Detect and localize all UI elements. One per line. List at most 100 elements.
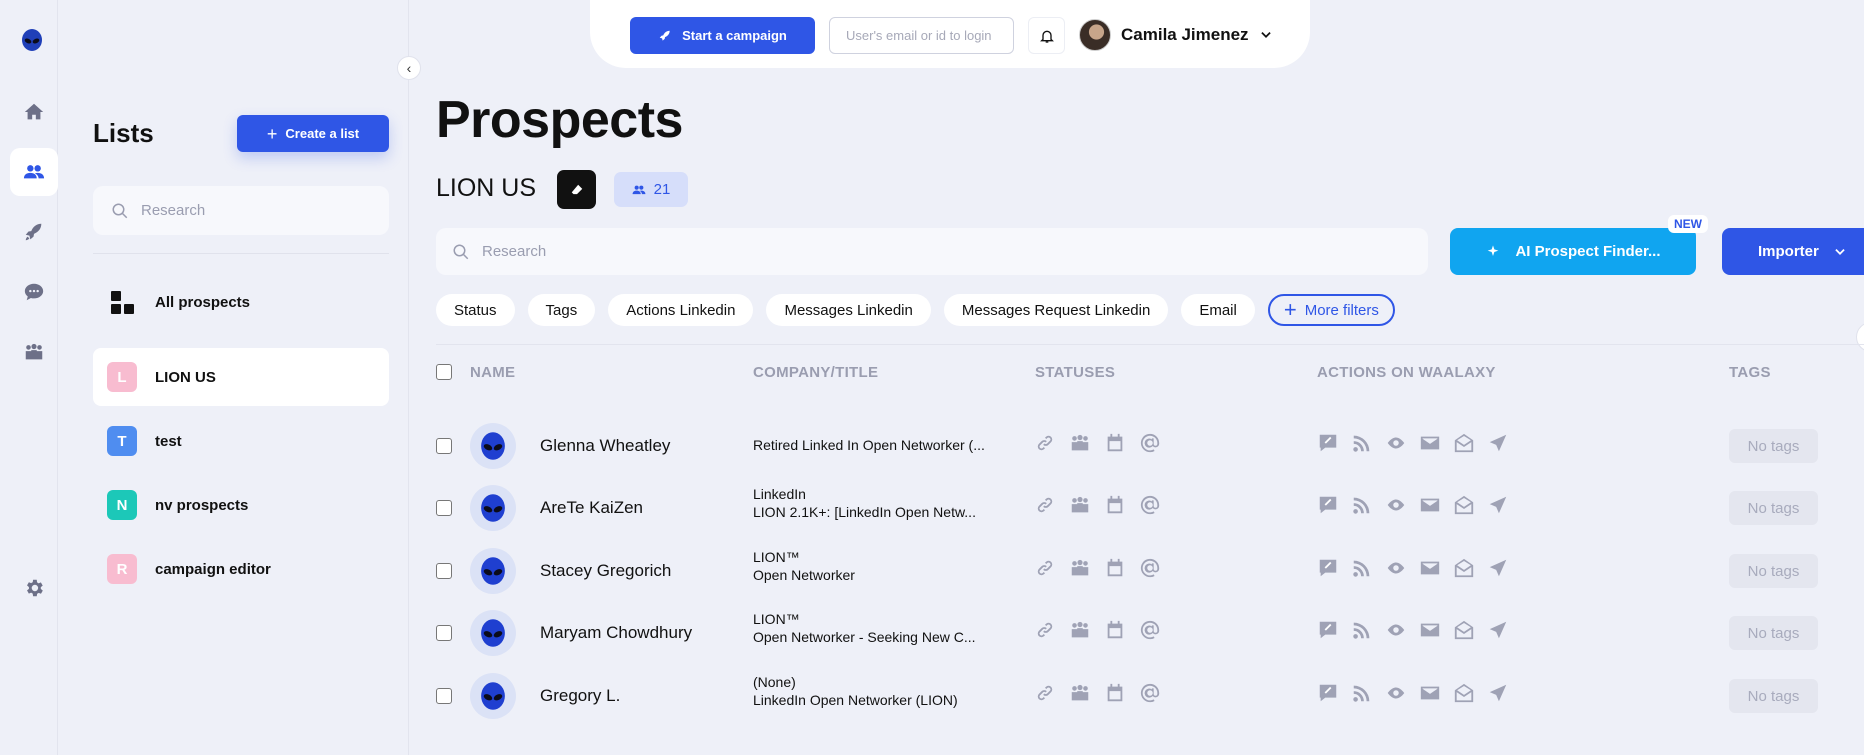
list-item-lion-us[interactable]: L LION US [93, 348, 389, 406]
no-tags-badge[interactable]: No tags [1729, 429, 1818, 463]
open-envelope-icon[interactable] [1453, 619, 1475, 641]
open-envelope-icon[interactable] [1453, 682, 1475, 704]
start-campaign-button[interactable]: Start a campaign [630, 17, 815, 54]
link-icon[interactable] [1034, 557, 1056, 579]
at-sign-icon[interactable] [1139, 619, 1161, 641]
importer-button[interactable]: Importer [1722, 228, 1864, 275]
side-drawer-handle[interactable] [1856, 322, 1864, 352]
team-icon[interactable] [10, 328, 58, 376]
filter-actions-linkedin[interactable]: Actions Linkedin [608, 294, 754, 326]
row-checkbox[interactable] [436, 563, 452, 579]
column-header-actions[interactable]: ACTIONS ON WAALAXY [1317, 364, 1496, 381]
follow-feed-icon[interactable] [1351, 494, 1373, 516]
row-checkbox[interactable] [436, 688, 452, 704]
notifications-bell-icon[interactable] [1028, 17, 1065, 54]
team-icon[interactable] [1069, 619, 1091, 641]
column-header-tags[interactable]: TAGS [1729, 364, 1771, 381]
more-filters-button[interactable]: + More filters [1267, 294, 1395, 326]
send-icon[interactable] [1487, 682, 1509, 704]
prospect-name[interactable]: Maryam Chowdhury [540, 623, 692, 643]
at-sign-icon[interactable] [1139, 432, 1161, 454]
send-icon[interactable] [1487, 619, 1509, 641]
edit-list-button[interactable] [557, 170, 596, 209]
column-header-company[interactable]: COMPANY/TITLE [753, 364, 878, 381]
link-icon[interactable] [1034, 494, 1056, 516]
waalaxy-logo-icon[interactable] [20, 28, 44, 52]
link-icon[interactable] [1034, 682, 1056, 704]
filter-email[interactable]: Email [1181, 294, 1255, 326]
follow-feed-icon[interactable] [1351, 432, 1373, 454]
row-checkbox[interactable] [436, 438, 452, 454]
email-icon[interactable] [1419, 557, 1441, 579]
eye-icon[interactable] [1385, 619, 1407, 641]
email-icon[interactable] [1419, 682, 1441, 704]
no-tags-badge[interactable]: No tags [1729, 491, 1818, 525]
column-header-statuses[interactable]: STATUSES [1035, 364, 1115, 381]
messages-icon[interactable] [10, 268, 58, 316]
calendar-icon[interactable] [1104, 682, 1126, 704]
select-all-checkbox[interactable] [436, 364, 452, 380]
follow-feed-icon[interactable] [1351, 682, 1373, 704]
team-icon[interactable] [1069, 494, 1091, 516]
team-icon[interactable] [1069, 557, 1091, 579]
login-as-input[interactable] [829, 17, 1014, 54]
connect-message-icon[interactable] [1317, 619, 1339, 641]
no-tags-badge[interactable]: No tags [1729, 679, 1818, 713]
filter-messages-request-linkedin[interactable]: Messages Request Linkedin [943, 294, 1169, 326]
eye-icon[interactable] [1385, 432, 1407, 454]
prospect-name[interactable]: Stacey Gregorich [540, 561, 671, 581]
home-icon[interactable] [10, 88, 58, 136]
lists-search-input[interactable]: Research [93, 186, 389, 235]
follow-feed-icon[interactable] [1351, 557, 1373, 579]
list-item-nv-prospects[interactable]: N nv prospects [93, 476, 389, 534]
connect-message-icon[interactable] [1317, 557, 1339, 579]
connect-message-icon[interactable] [1317, 682, 1339, 704]
prospect-name[interactable]: Gregory L. [540, 686, 620, 706]
no-tags-badge[interactable]: No tags [1729, 616, 1818, 650]
send-icon[interactable] [1487, 432, 1509, 454]
open-envelope-icon[interactable] [1453, 557, 1475, 579]
rocket-icon[interactable] [10, 208, 58, 256]
follow-feed-icon[interactable] [1351, 619, 1373, 641]
calendar-icon[interactable] [1104, 432, 1126, 454]
send-icon[interactable] [1487, 557, 1509, 579]
link-icon[interactable] [1034, 432, 1056, 454]
table-row[interactable]: Gregory L. (None) LinkedIn Open Networke… [436, 659, 1864, 733]
calendar-icon[interactable] [1104, 557, 1126, 579]
open-envelope-icon[interactable] [1453, 494, 1475, 516]
eye-icon[interactable] [1385, 494, 1407, 516]
eye-icon[interactable] [1385, 682, 1407, 704]
at-sign-icon[interactable] [1139, 682, 1161, 704]
eye-icon[interactable] [1385, 557, 1407, 579]
list-item-test[interactable]: T test [93, 412, 389, 470]
settings-icon[interactable] [10, 564, 58, 612]
connect-message-icon[interactable] [1317, 494, 1339, 516]
send-icon[interactable] [1487, 494, 1509, 516]
filter-messages-linkedin[interactable]: Messages Linkedin [766, 294, 931, 326]
open-envelope-icon[interactable] [1453, 432, 1475, 454]
at-sign-icon[interactable] [1139, 494, 1161, 516]
email-icon[interactable] [1419, 494, 1441, 516]
team-icon[interactable] [1069, 432, 1091, 454]
user-menu[interactable]: Camila Jimenez [1079, 19, 1273, 51]
list-item-campaign-editor[interactable]: R campaign editor [93, 540, 389, 598]
prospects-icon[interactable] [10, 148, 58, 196]
no-tags-badge[interactable]: No tags [1729, 554, 1818, 588]
team-icon[interactable] [1069, 682, 1091, 704]
row-checkbox[interactable] [436, 625, 452, 641]
calendar-icon[interactable] [1104, 494, 1126, 516]
link-icon[interactable] [1034, 619, 1056, 641]
prospect-name[interactable]: AreTe KaiZen [540, 498, 643, 518]
email-icon[interactable] [1419, 619, 1441, 641]
collapse-panel-button[interactable]: ‹ [397, 56, 421, 80]
create-list-button[interactable]: + Create a list [237, 115, 389, 152]
at-sign-icon[interactable] [1139, 557, 1161, 579]
list-item-all-prospects[interactable]: All prospects [93, 273, 389, 331]
filter-status[interactable]: Status [436, 294, 515, 326]
column-header-name[interactable]: NAME [470, 364, 515, 381]
email-icon[interactable] [1419, 432, 1441, 454]
filter-tags[interactable]: Tags [527, 294, 596, 326]
prospect-name[interactable]: Glenna Wheatley [540, 436, 670, 456]
row-checkbox[interactable] [436, 500, 452, 516]
prospects-search-input[interactable]: Research [436, 228, 1428, 275]
